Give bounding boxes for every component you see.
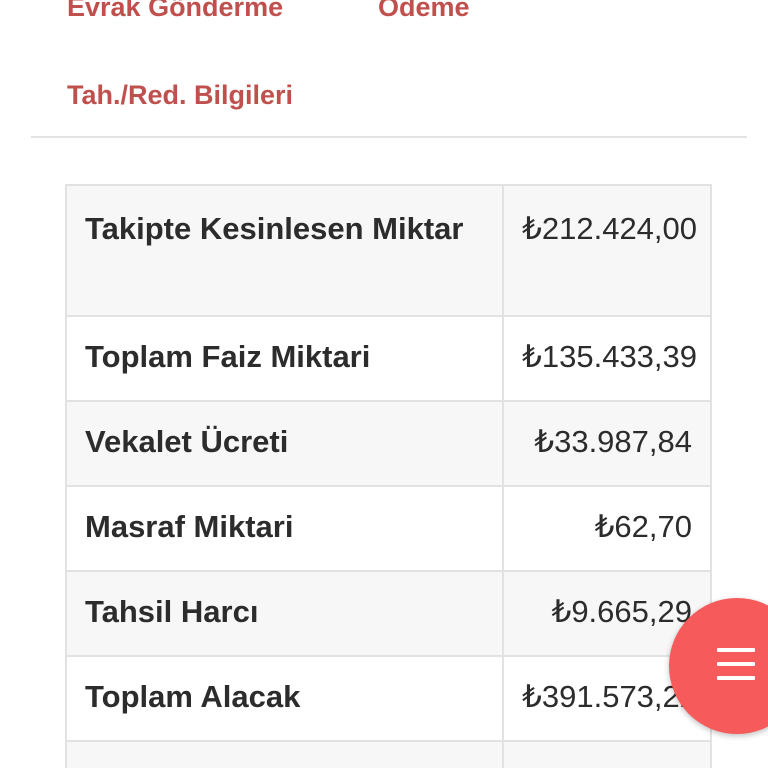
row-value: ₺212.424,00 [502,184,712,317]
table-row: Toplam Faiz Miktari ₺135.433,39 [64,315,712,402]
table-row: Takipte Kesinlesen Miktar ₺212.424,00 [64,184,712,317]
debt-summary-table: Takipte Kesinlesen Miktar ₺212.424,00 To… [64,184,712,768]
row-label [64,740,505,768]
table-row: Masraf Miktari ₺62,70 [64,485,712,572]
tab-evrak-gonderme[interactable]: Evrak Gönderme [67,0,283,23]
tab-navigation: Evrak Gönderme Ödeme Tah./Red. Bilgileri [0,0,768,138]
table-row: Toplam Alacak ₺391.573,22 [64,655,712,742]
table-row: Tahsil Harcı ₺9.665,29 [64,570,712,657]
table-row [64,740,712,768]
tab-odeme[interactable]: Ödeme [378,0,470,23]
row-value: ₺33.987,84 [502,400,712,487]
row-value: ₺62,70 [502,485,712,572]
row-label: Tahsil Harcı [64,570,505,657]
row-label: Masraf Miktari [64,485,505,572]
table-row: Vekalet Ücreti ₺33.987,84 [64,400,712,487]
row-label: Toplam Faiz Miktari [64,315,505,402]
row-value: ₺135.433,39 [502,315,712,402]
row-label: Toplam Alacak [64,655,505,742]
row-label: Vekalet Ücreti [64,400,505,487]
row-value [502,740,712,768]
row-label: Takipte Kesinlesen Miktar [64,184,505,317]
tabs-divider [31,136,747,138]
tab-tah-red-bilgileri[interactable]: Tah./Red. Bilgileri [67,80,293,111]
